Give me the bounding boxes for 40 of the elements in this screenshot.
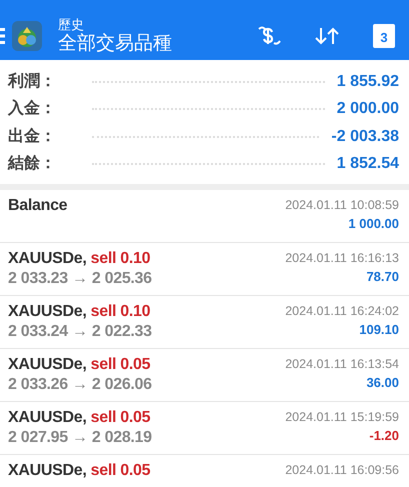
deal-symbol: XAUUSDe, sell 0.05 — [8, 355, 152, 375]
summary-value: 1 852.54 — [336, 154, 399, 174]
app-logo-icon — [12, 21, 42, 51]
calendar-button[interactable]: 3 — [373, 24, 395, 48]
deal-row[interactable]: XAUUSDe, sell 0.05 2 033.26 → 2 026.06 2024.01.11 16:13:54 36.00 — [0, 349, 409, 402]
deal-row[interactable]: XAUUSDe, sell 0.05 2 027.95 → 2 028.19 2024.01.11 15:19:59 -1.20 — [0, 402, 409, 455]
deal-time: 2024.01.11 16:09:56 — [285, 462, 399, 479]
summary-label: 出金： — [8, 126, 57, 147]
deal-prices: 2 033.26 → 2 026.06 — [8, 375, 152, 395]
deal-time: 2024.01.11 16:16:13 — [285, 250, 399, 267]
deal-prices: 2 033.23 → 2 025.36 — [8, 269, 152, 289]
deal-profit: 36.00 — [365, 374, 399, 392]
summary-label: 利潤： — [8, 72, 57, 92]
deal-title: Balance — [8, 196, 68, 216]
screen-subtitle: 歷史 — [58, 16, 85, 32]
deal-row[interactable]: Balance 2024.01.11 10:08:59 1 000.00 — [0, 190, 409, 243]
deal-prices: 2 033.24 → 2 022.33 — [8, 322, 152, 342]
summary-value: 1 855.92 — [336, 72, 399, 92]
deal-time: 2024.01.11 16:24:02 — [285, 303, 399, 320]
menu-icon[interactable] — [0, 27, 6, 45]
deal-time: 2024.01.11 10:08:59 — [285, 197, 399, 214]
deal-row[interactable]: XAUUSDe, sell 0.10 2 033.24 → 2 022.33 2024.01.11 16:24:02 109.10 — [0, 296, 409, 349]
deal-profit: 78.70 — [365, 268, 399, 286]
deal-prices: 2 027.95 → 2 028.19 — [8, 428, 152, 448]
deal-profit: -1.20 — [368, 427, 399, 445]
summary-value: -2 003.38 — [331, 126, 399, 147]
deal-row[interactable]: XAUUSDe, sell 0.05 2024.01.11 16:09:56 — [0, 455, 409, 487]
deal-profit: 1 000.00 — [347, 215, 399, 233]
deal-row[interactable]: XAUUSDe, sell 0.10 2 033.23 → 2 025.36 2024.01.11 16:16:13 78.70 — [0, 243, 409, 296]
symbol-filter-title[interactable]: 全部交易品種 — [58, 32, 172, 56]
deal-symbol: XAUUSDe, sell 0.10 — [8, 249, 152, 269]
deal-symbol: XAUUSDe, sell 0.10 — [8, 302, 152, 322]
deal-symbol: XAUUSDe, sell 0.05 — [8, 461, 150, 481]
deal-profit: 109.10 — [358, 321, 399, 339]
deal-symbol: XAUUSDe, sell 0.05 — [8, 408, 152, 428]
deal-time: 2024.01.11 16:13:54 — [285, 356, 399, 373]
summary-label: 結餘： — [8, 154, 57, 174]
deal-time: 2024.01.11 15:19:59 — [285, 409, 399, 426]
summary-label: 入金： — [8, 98, 57, 120]
summary-value: 2 000.00 — [336, 99, 399, 120]
